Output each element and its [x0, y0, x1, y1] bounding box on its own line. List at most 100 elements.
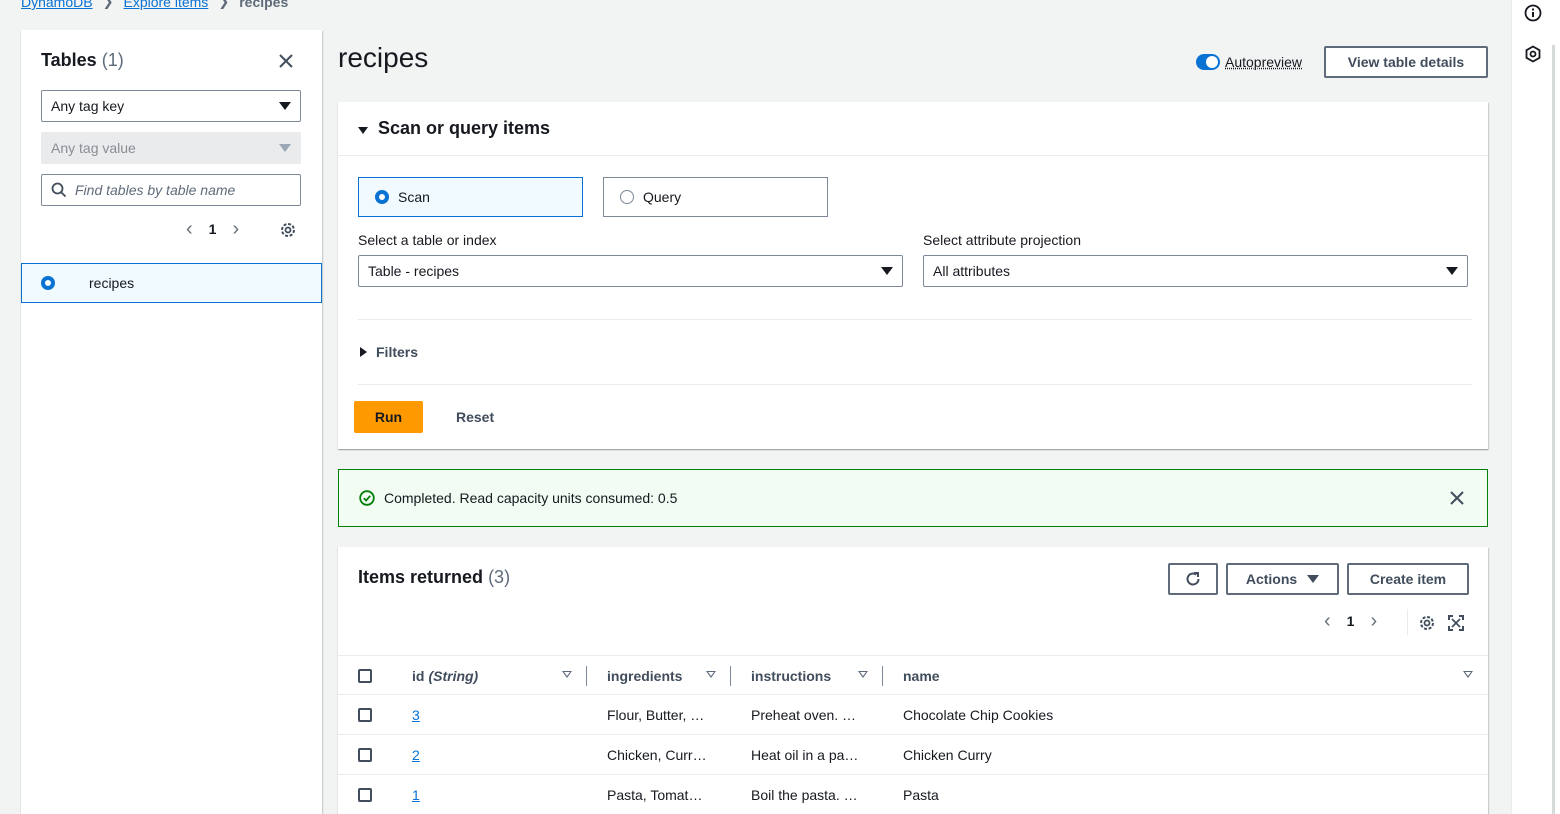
radio-selected-icon[interactable]	[375, 190, 389, 204]
sort-caret-icon[interactable]	[1463, 671, 1473, 678]
column-header-instructions[interactable]: instructions	[751, 656, 831, 695]
column-header-id[interactable]: id (String)	[412, 656, 478, 695]
column-resizer[interactable]	[586, 666, 587, 686]
tables-panel-title: Tables (1)	[41, 50, 124, 71]
tables-panel: Tables (1) Any tag key Any tag value Fin…	[21, 30, 322, 814]
success-alert: Completed. Read capacity units consumed:…	[338, 469, 1488, 527]
filters-expander[interactable]: Filters	[360, 344, 418, 360]
row-checkbox[interactable]	[358, 788, 372, 802]
scan-query-header[interactable]: Scan or query items	[338, 102, 1488, 156]
column-header-ingredients[interactable]: ingredients	[607, 656, 682, 695]
toggle-switch[interactable]	[1196, 54, 1220, 70]
page-number[interactable]: 1	[209, 221, 217, 237]
actions-button[interactable]: Actions	[1226, 563, 1339, 595]
cloudshell-icon[interactable]	[1524, 45, 1542, 63]
breadcrumb-explore-items-link[interactable]: Explore items	[124, 0, 209, 10]
table-search-input[interactable]: Find tables by table name	[41, 174, 301, 206]
right-tools-rail	[1511, 0, 1560, 814]
tag-key-value: Any tag key	[51, 98, 125, 114]
breadcrumb-separator-icon: ❯	[218, 0, 230, 9]
search-icon	[51, 182, 67, 198]
scrollbar[interactable]	[1552, 45, 1555, 814]
scan-query-panel: Scan or query items Scan Query Select a …	[338, 102, 1488, 449]
table-row[interactable]: 2 Chicken, Curr… Heat oil in a pa… Chick…	[338, 735, 1488, 775]
sort-caret-icon[interactable]	[706, 671, 716, 678]
view-table-details-button[interactable]: View table details	[1324, 46, 1488, 78]
scan-option[interactable]: Scan	[358, 177, 583, 217]
breadcrumb-dynamodb-link[interactable]: DynamoDB	[21, 0, 93, 10]
search-placeholder: Find tables by table name	[75, 182, 236, 198]
item-id-link[interactable]: 3	[412, 695, 420, 734]
caret-down-icon	[358, 127, 368, 134]
divider	[1407, 609, 1408, 635]
tables-title-text: Tables	[41, 50, 97, 70]
column-header-name[interactable]: name	[903, 656, 940, 695]
query-option[interactable]: Query	[603, 177, 828, 217]
item-id-link[interactable]: 1	[412, 775, 420, 814]
cell-name: Chocolate Chip Cookies	[903, 706, 1054, 723]
items-title-text: Items returned	[358, 567, 484, 587]
page-number[interactable]: 1	[1347, 613, 1355, 629]
cell-instructions: Preheat oven. …	[751, 706, 857, 723]
cell-ingredients: Pasta, Tomat…	[607, 786, 703, 803]
fullscreen-icon[interactable]	[1448, 615, 1464, 631]
items-title: Items returned (3)	[358, 567, 510, 588]
caret-down-icon	[279, 102, 291, 110]
radio-unselected-icon[interactable]	[620, 190, 634, 204]
close-icon[interactable]	[277, 52, 295, 70]
item-id-link[interactable]: 2	[412, 735, 420, 774]
cell-instructions: Heat oil in a pa…	[751, 746, 859, 763]
autopreview-toggle[interactable]: Autopreview	[1196, 54, 1302, 70]
row-checkbox[interactable]	[358, 708, 372, 722]
radio-selected-icon[interactable]	[41, 276, 55, 290]
tag-key-select[interactable]: Any tag key	[41, 90, 301, 122]
info-icon[interactable]	[1524, 4, 1542, 22]
column-resizer[interactable]	[730, 666, 731, 686]
divider	[358, 384, 1472, 385]
settings-gear-icon[interactable]	[279, 221, 297, 239]
breadcrumb-current: recipes	[239, 0, 289, 10]
chevron-right-icon[interactable]: ›	[232, 219, 239, 239]
chevron-right-icon[interactable]: ›	[1370, 611, 1377, 631]
table-list-item[interactable]: recipes	[21, 263, 322, 303]
breadcrumb-separator-icon: ❯	[102, 0, 114, 9]
sort-caret-icon[interactable]	[858, 671, 868, 678]
items-panel: Items returned (3) Actions Create item ‹…	[338, 547, 1488, 814]
actions-label: Actions	[1245, 571, 1298, 587]
caret-down-icon	[279, 144, 291, 152]
chevron-left-icon[interactable]: ‹	[1324, 611, 1331, 631]
tables-count: (1)	[101, 50, 124, 70]
refresh-button[interactable]	[1168, 563, 1218, 595]
sort-caret-icon[interactable]	[562, 671, 572, 678]
autopreview-label: Autopreview	[1225, 54, 1303, 70]
scan-query-title: Scan or query items	[378, 118, 551, 138]
query-label: Query	[643, 189, 682, 205]
tag-value-select: Any tag value	[41, 132, 301, 164]
tables-pagination: ‹ 1 ›	[186, 219, 239, 239]
row-checkbox[interactable]	[358, 748, 372, 762]
page-title: recipes	[338, 42, 429, 73]
table-row[interactable]: 1 Pasta, Tomat… Boil the pasta. … Pasta	[338, 775, 1488, 814]
table-header-row: id (String) ingredients instructions nam…	[338, 655, 1488, 695]
projection-value: All attributes	[933, 263, 1011, 279]
cell-ingredients: Flour, Butter, …	[607, 706, 705, 723]
run-button[interactable]: Run	[354, 401, 423, 433]
table-row[interactable]: 3 Flour, Butter, … Preheat oven. … Choco…	[338, 695, 1488, 735]
caret-right-icon	[360, 347, 367, 357]
reset-button[interactable]: Reset	[456, 409, 494, 425]
table-name: recipes	[89, 275, 135, 291]
close-icon[interactable]	[1449, 490, 1465, 506]
attribute-projection-select[interactable]: All attributes	[923, 255, 1468, 287]
table-index-value: Table - recipes	[368, 263, 460, 279]
table-index-select[interactable]: Table - recipes	[358, 255, 903, 287]
column-id-type: (String)	[428, 667, 479, 684]
column-id-label: id	[412, 667, 425, 684]
chevron-left-icon[interactable]: ‹	[186, 219, 193, 239]
caret-down-icon	[1307, 575, 1320, 583]
select-all-checkbox[interactable]	[358, 669, 372, 683]
items-pagination: ‹ 1 ›	[1324, 611, 1377, 631]
column-resizer[interactable]	[882, 666, 883, 686]
settings-gear-icon[interactable]	[1418, 614, 1436, 632]
create-item-button[interactable]: Create item	[1347, 563, 1469, 595]
alert-message: Completed. Read capacity units consumed:…	[384, 490, 678, 506]
